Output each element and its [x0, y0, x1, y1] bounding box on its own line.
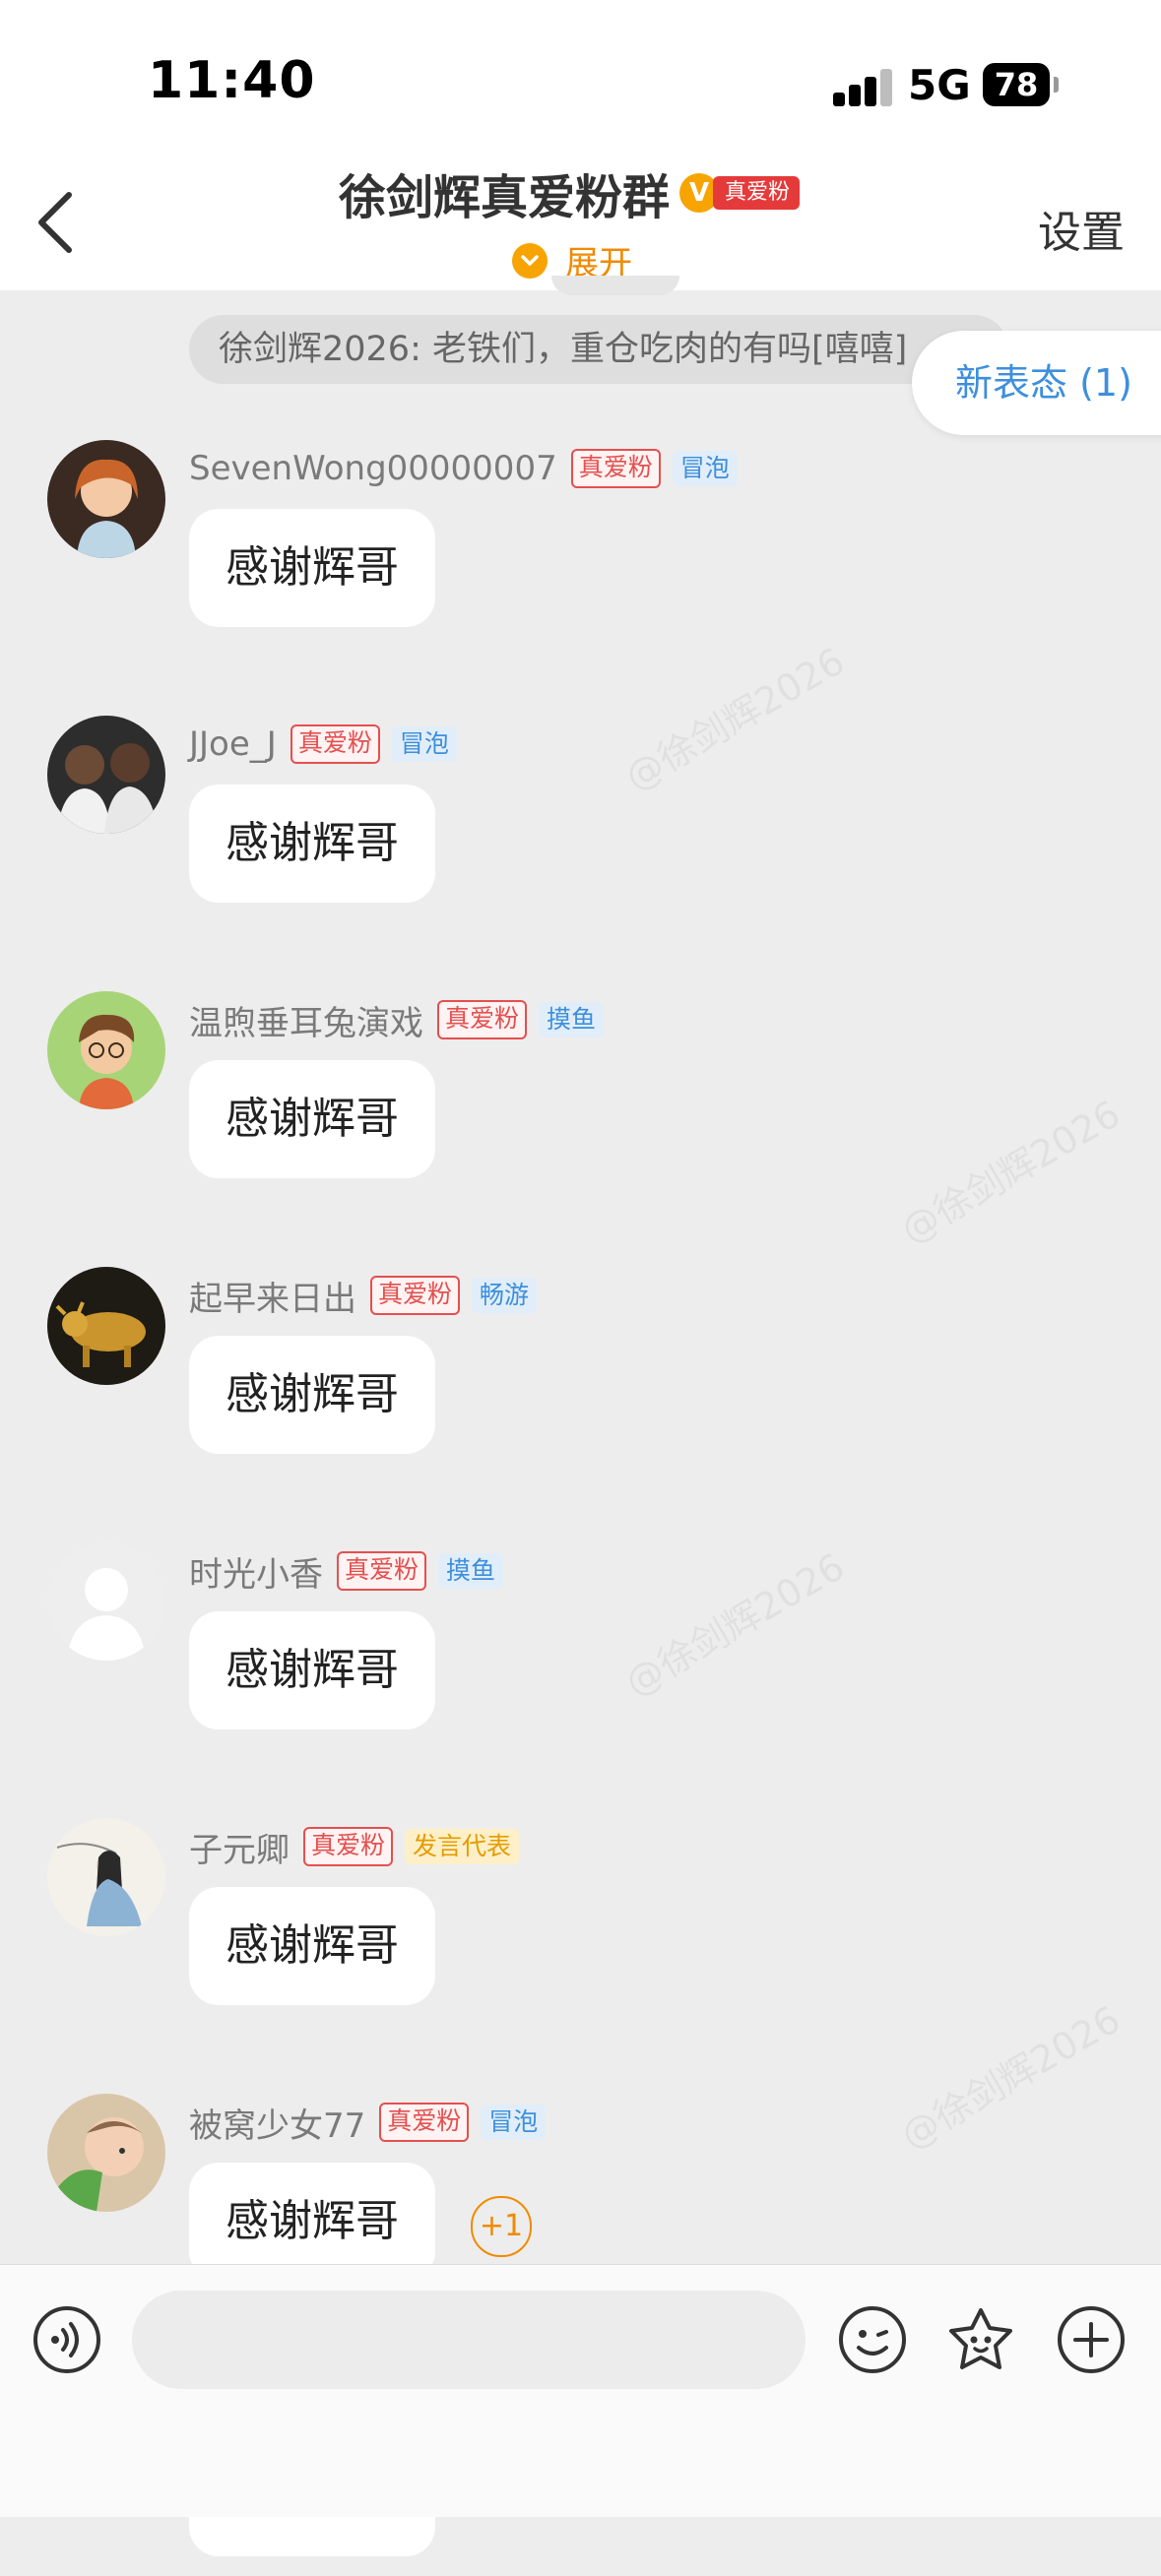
settings-button[interactable]: 设置	[1038, 197, 1125, 260]
status-time: 11:40	[148, 51, 316, 110]
level-badge: 冒泡	[391, 726, 457, 762]
message-row: 起早来日出 真爱粉 畅游感谢辉哥	[0, 1267, 1161, 1474]
message-meta: 子元卿 真爱粉 发言代表	[189, 1822, 520, 1871]
input-bar	[0, 2264, 1161, 2517]
pinned-message[interactable]: 徐剑辉2026: 老铁们，重仓吃肉的有吗[嘻嘻]	[189, 315, 1008, 384]
pinned-tab	[551, 276, 679, 295]
level-badge: 摸鱼	[539, 1002, 605, 1037]
chevron-down-icon	[512, 242, 548, 279]
network-label: 5G	[908, 61, 971, 109]
username[interactable]: JJoe_J	[189, 724, 277, 764]
message-meta: JJoe_J 真爱粉 冒泡	[189, 720, 457, 769]
message-row: 时光小香 真爱粉 摸鱼 感谢辉哥	[0, 1542, 1161, 1749]
ink-painting-avatar	[47, 1818, 165, 1936]
avatar[interactable]	[47, 991, 165, 1109]
username[interactable]: SevenWong00000007	[189, 449, 557, 488]
message-meta: 起早来日出 真爱粉 畅游	[189, 1271, 538, 1320]
message-bubble[interactable]: 感谢辉哥	[189, 2163, 435, 2281]
avatar[interactable]	[47, 440, 165, 558]
level-badge: 发言代表	[405, 1829, 520, 1864]
message-meta: 时光小香 真爱粉 摸鱼	[189, 1546, 504, 1596]
level-badge: 畅游	[472, 1278, 538, 1313]
plus-one-reaction-button[interactable]: +1	[471, 2196, 532, 2257]
signal-icon	[833, 69, 894, 106]
cartoon-boy-avatar	[47, 991, 165, 1109]
group-title-row: 徐剑辉真爱粉群 V 真爱粉	[339, 163, 801, 225]
fan-badge: 真爱粉	[437, 1000, 528, 1039]
default-avatar	[47, 1542, 165, 1661]
message-row: 子元卿 真爱粉 发言代表感谢辉哥	[0, 1818, 1161, 2025]
basketball-players-avatar	[47, 716, 165, 834]
message-meta: SevenWong00000007 真爱粉 冒泡	[189, 444, 738, 493]
username[interactable]: 被窝少女77	[189, 2099, 365, 2147]
plus-icon[interactable]	[1056, 2304, 1127, 2375]
message-bubble[interactable]: 感谢辉哥	[189, 509, 435, 627]
page-title: 徐剑辉真爱粉群	[339, 170, 671, 225]
username[interactable]: 时光小香	[189, 1547, 323, 1596]
fan-badge: 真爱粉	[570, 449, 661, 488]
fan-badge: 真爱粉	[379, 2103, 470, 2142]
baby-avatar	[47, 2094, 165, 2212]
fan-badge: 真爱粉	[370, 1276, 461, 1315]
back-button[interactable]	[28, 183, 83, 262]
message-meta: 温煦垂耳兔演戏 真爱粉 摸鱼	[189, 995, 605, 1044]
message-bubble[interactable]: 感谢辉哥	[189, 1887, 435, 2005]
sticker-icon[interactable]	[945, 2304, 1016, 2375]
battery-icon: 78	[983, 63, 1059, 106]
avatar[interactable]	[47, 716, 165, 834]
fan-badge: 真爱粉	[337, 1551, 427, 1591]
golden-ox-avatar	[47, 1267, 165, 1385]
fan-badge: 真爱粉	[303, 1827, 394, 1866]
avatar[interactable]	[47, 1267, 165, 1385]
username[interactable]: 温煦垂耳兔演戏	[189, 996, 423, 1044]
avatar[interactable]	[47, 1542, 165, 1661]
fan-badge: 真爱粉	[290, 724, 380, 764]
top-bar: 11:40 5G 78 徐剑辉真爱粉群 V 真爱粉 展开 设置	[0, 0, 1161, 290]
level-badge: 摸鱼	[438, 1553, 504, 1589]
message-meta: 被窝少女77 真爱粉 冒泡	[189, 2098, 547, 2147]
level-badge: 冒泡	[672, 451, 738, 486]
message-bubble[interactable]: 感谢辉哥	[189, 1611, 435, 1729]
message-bubble[interactable]: 感谢辉哥	[189, 1336, 435, 1454]
message-bubble[interactable]: 感谢辉哥	[189, 1060, 435, 1178]
username[interactable]: 起早来日出	[189, 1272, 356, 1320]
avatar[interactable]	[47, 1818, 165, 1936]
avatar[interactable]	[47, 2094, 165, 2212]
emoji-icon[interactable]	[837, 2304, 908, 2375]
message-row: JJoe_J 真爱粉 冒泡感谢辉哥	[0, 716, 1161, 922]
level-badge: 冒泡	[481, 2105, 547, 2140]
username[interactable]: 子元卿	[189, 1823, 290, 1871]
message-row: SevenWong00000007 真爱粉 冒泡感谢辉哥	[0, 440, 1161, 647]
message-input[interactable]	[132, 2291, 806, 2389]
voice-icon[interactable]	[32, 2304, 102, 2375]
fan-group-badge-label: 真爱粉	[713, 176, 801, 210]
girl-illustration-avatar	[47, 440, 165, 558]
chevron-left-icon	[38, 192, 72, 253]
new-status-button[interactable]: 新表态 (1)	[912, 331, 1161, 435]
fan-group-badge: V 真爱粉	[679, 171, 801, 215]
message-bubble[interactable]: 感谢辉哥	[189, 785, 435, 903]
